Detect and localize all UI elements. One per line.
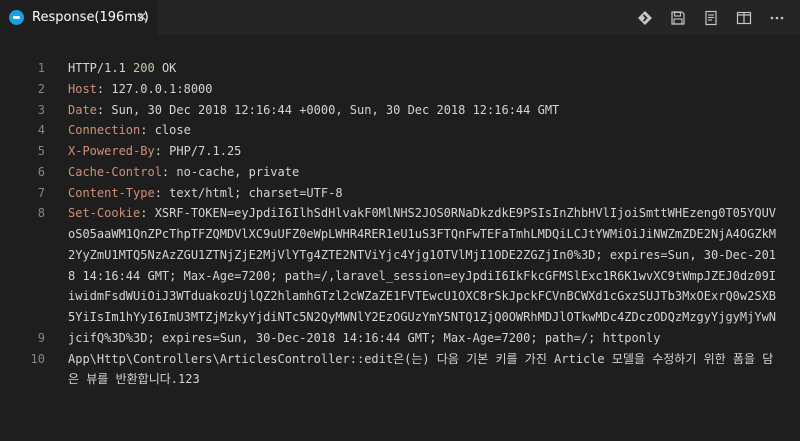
code-text: OK [154,61,177,75]
editor-actions [623,0,800,35]
diff-icon[interactable] [634,7,656,29]
code-line[interactable]: 9 [0,328,800,349]
line-number: 3 [37,102,45,117]
line-number: 5 [37,144,45,158]
rest-client-icon [9,10,24,25]
header-name: X-Powered-By [68,144,155,158]
line-content: X-Powered-By: PHP/7.1.25 [68,141,778,162]
code-text: : no-cache, private [161,164,300,179]
more-icon[interactable] [766,7,788,29]
header-name: Set-Cookie [68,206,141,221]
code-line[interactable]: 6 Cache-Control: no-cache, private [0,162,800,183]
line-content: Cache-Control: no-cache, private [68,162,778,183]
tab-title: Response(196ms) [32,10,149,25]
preview-icon[interactable] [700,7,722,29]
line-number: 9 [37,330,45,345]
code-text: : XSRF-TOKEN=eyJpdiI6IlhSdHlvakF0MlNHS2J… [68,206,777,345]
code-text: HTTP/1.1 [68,61,134,75]
code-text: : 127.0.0.1:8000 [96,81,213,96]
code-text: : text/html; charset=UTF-8 [154,185,343,200]
tab-response[interactable]: Response(196ms) × [0,0,158,35]
code-line[interactable]: 4 Connection: close [0,120,800,141]
line-number: 8 [37,206,45,221]
code-text: : Sun, 30 Dec 2018 12:16:44 +0000, Sun, … [96,102,560,117]
line-content: Connection: close [68,120,778,141]
line-number: 7 [37,185,45,200]
code-line[interactable]: 3 Date: Sun, 30 Dec 2018 12:16:44 +0000, … [0,100,800,121]
code-line[interactable]: 10 App\Http\Controllers\ArticlesControlle… [0,349,800,391]
code-text: App\Http\Controllers\ArticlesController:… [68,351,774,387]
line-number: 1 [37,61,45,75]
code-line[interactable]: 8 Set-Cookie: XSRF-TOKEN=eyJpdiI6IlhSdHlv… [0,203,800,345]
save-icon[interactable] [667,7,689,29]
header-name: Connection [68,123,141,138]
header-name: Date [68,102,97,117]
header-name: Content-Type [68,185,155,200]
status-code: 200 [133,61,155,75]
split-editor-icon[interactable] [733,7,755,29]
line-content: Set-Cookie: XSRF-TOKEN=eyJpdiI6IlhSdHlva… [68,203,778,348]
line-number: 2 [37,81,45,96]
line-content: Host: 127.0.0.1:8000 [68,79,778,100]
header-name: Host [68,81,97,96]
header-name: Cache-Control [68,164,162,179]
code-line[interactable]: 7 Content-Type: text/html; charset=UTF-8 [0,183,800,204]
tab-bar: Response(196ms) × [0,0,800,35]
line-content: App\Http\Controllers\ArticlesController:… [68,349,778,391]
code-line[interactable]: 1 HTTP/1.1 200 OK [0,58,800,79]
code-text: : close [140,123,191,138]
line-content: Date: Sun, 30 Dec 2018 12:16:44 +0000, S… [68,100,778,121]
close-icon[interactable]: × [134,9,150,25]
line-number: 10 [30,351,45,366]
line-content: HTTP/1.1 200 OK [68,58,778,79]
code-text: : PHP/7.1.25 [154,144,242,158]
line-number: 6 [37,164,45,179]
code-line[interactable]: 2 Host: 127.0.0.1:8000 [0,79,800,100]
code-line[interactable]: 5 X-Powered-By: PHP/7.1.25 [0,141,800,162]
line-content: Content-Type: text/html; charset=UTF-8 [68,183,778,204]
line-number: 4 [37,123,45,138]
response-editor[interactable]: 1 HTTP/1.1 200 OK 2 Host: 127.0.0.1:8000 3 Da… [0,58,800,390]
